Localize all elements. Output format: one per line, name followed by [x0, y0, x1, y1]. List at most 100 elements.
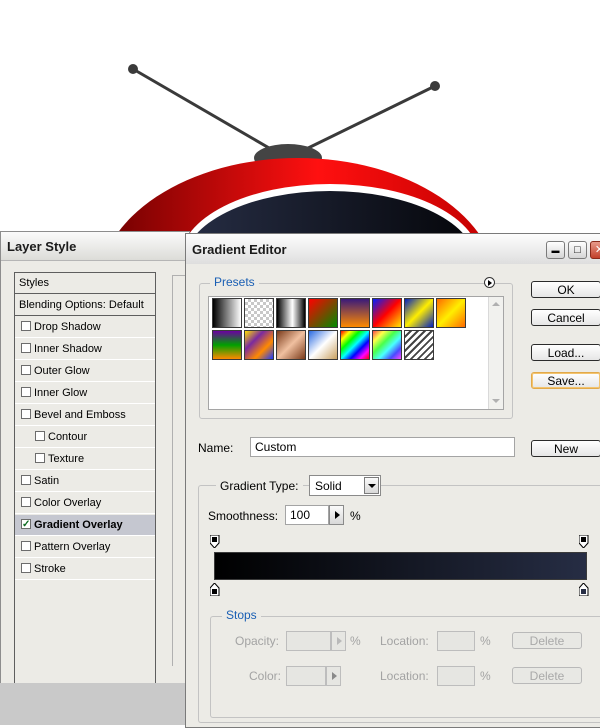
tv-artwork	[112, 64, 484, 240]
preset-black-white-black[interactable]	[276, 298, 306, 328]
style-item-outer-glow[interactable]: Outer Glow	[15, 361, 155, 382]
close-icon: ✕	[594, 244, 600, 256]
style-item-stroke[interactable]: Stroke	[15, 559, 155, 580]
delete-color-stop-button[interactable]: Delete	[512, 667, 582, 684]
style-item-contour[interactable]: Contour	[15, 427, 155, 448]
checkbox[interactable]	[21, 563, 31, 573]
checkbox[interactable]	[21, 343, 31, 353]
opacity-label: Opacity:	[235, 634, 280, 648]
layer-style-bottom-area	[0, 683, 188, 725]
preset-orange-yellow-orange[interactable]	[436, 298, 466, 328]
smoothness-slider-button[interactable]	[329, 505, 344, 525]
dropdown-button[interactable]	[364, 477, 379, 494]
preset-copper[interactable]	[276, 330, 306, 360]
style-item-styles[interactable]: Styles	[15, 273, 155, 294]
style-item-label: Color Overlay	[34, 497, 102, 509]
opacity-location-field[interactable]	[437, 631, 475, 651]
style-item-label: Inner Glow	[34, 387, 88, 399]
smoothness-field[interactable]: 100	[285, 505, 329, 525]
circle-arrow-icon	[488, 280, 492, 286]
checkbox[interactable]	[21, 541, 31, 551]
opacity-slider-button[interactable]	[331, 631, 346, 651]
preset-transparent-stripes[interactable]	[404, 330, 434, 360]
color-stop-right[interactable]	[579, 583, 589, 596]
style-item-bevel-and-emboss[interactable]: Bevel and Emboss	[15, 405, 155, 426]
preset-violet-green-orange[interactable]	[212, 330, 242, 360]
style-item-label: Texture	[48, 453, 85, 465]
antenna-right-tip	[430, 81, 440, 91]
style-item-satin[interactable]: Satin	[15, 471, 155, 492]
style-item-drop-shadow[interactable]: Drop Shadow	[15, 317, 155, 338]
opacity-stop-left[interactable]	[210, 535, 220, 548]
checkbox[interactable]	[21, 409, 31, 419]
stop-color-swatch[interactable]	[286, 666, 326, 686]
gradient-type-select[interactable]: Solid	[309, 475, 381, 496]
style-item-label: Stroke	[34, 563, 66, 575]
arrow-right-icon	[335, 511, 340, 519]
style-item-texture[interactable]: Texture	[15, 449, 155, 470]
checkbox[interactable]	[35, 453, 45, 463]
antenna-left	[132, 67, 277, 154]
maximize-icon: □	[574, 244, 581, 256]
preset-yellow-violet-orange-blue[interactable]	[244, 330, 274, 360]
new-button[interactable]: New	[531, 440, 600, 457]
checkbox[interactable]	[21, 475, 31, 485]
style-item-label: Pattern Overlay	[34, 541, 111, 553]
arrow-right-icon	[332, 672, 337, 680]
presets-label: Presets	[210, 275, 259, 289]
cancel-button[interactable]: Cancel	[531, 309, 600, 326]
preset-blue-yellow-blue[interactable]	[404, 298, 434, 328]
delete-opacity-stop-button[interactable]: Delete	[512, 632, 582, 649]
checkbox[interactable]	[35, 431, 45, 441]
style-item-label: Inner Shadow	[34, 343, 102, 355]
preset-chrome[interactable]	[308, 330, 338, 360]
ok-button[interactable]: OK	[531, 281, 600, 298]
color-location-field[interactable]	[437, 666, 475, 686]
presets-scrollbar[interactable]	[488, 297, 503, 409]
opacity-unit: %	[350, 634, 361, 648]
minimize-button[interactable]: ▬	[546, 241, 565, 259]
style-item-inner-glow[interactable]: Inner Glow	[15, 383, 155, 404]
opacity-location-label: Location:	[380, 634, 429, 648]
presets-menu-button[interactable]	[484, 277, 495, 288]
close-button[interactable]: ✕	[590, 241, 600, 259]
color-stop-left[interactable]	[210, 583, 220, 596]
preset-red-green[interactable]	[308, 298, 338, 328]
chevron-down-icon	[368, 484, 376, 488]
style-item-label: Drop Shadow	[34, 321, 101, 333]
checkbox[interactable]	[21, 387, 31, 397]
style-item-label: Blending Options: Default	[19, 299, 144, 311]
checkbox[interactable]	[21, 497, 31, 507]
style-item-pattern-overlay[interactable]: Pattern Overlay	[15, 537, 155, 558]
style-item-blending-options-default[interactable]: Blending Options: Default	[15, 295, 155, 316]
preset-transparent-checker[interactable]	[244, 298, 274, 328]
name-field[interactable]: Custom	[250, 437, 515, 457]
style-item-color-overlay[interactable]: Color Overlay	[15, 493, 155, 514]
gradient-editor-titlebar: Gradient Editor ▬ □ ✕	[186, 234, 600, 264]
style-item-gradient-overlay[interactable]: ✓ Gradient Overlay	[15, 515, 155, 536]
style-item-label: Bevel and Emboss	[34, 409, 126, 421]
gradient-preview-bar[interactable]	[214, 552, 587, 580]
color-location-label: Location:	[380, 669, 429, 683]
styles-list: Styles Blending Options: Default Drop Shad…	[14, 272, 156, 698]
style-item-inner-shadow[interactable]: Inner Shadow	[15, 339, 155, 360]
stop-color-menu-button[interactable]	[326, 666, 341, 686]
load-button[interactable]: Load...	[531, 344, 600, 361]
layer-style-title: Layer Style	[7, 239, 77, 254]
checkbox[interactable]: ✓	[21, 519, 31, 530]
opacity-stop-right[interactable]	[579, 535, 589, 548]
opacity-field[interactable]	[286, 631, 331, 651]
preset-transparent-rainbow[interactable]	[372, 330, 402, 360]
layer-style-panel-edge	[172, 275, 186, 666]
style-item-label: Gradient Overlay	[34, 519, 123, 531]
checkbox[interactable]	[21, 365, 31, 375]
preset-blue-red-yellow[interactable]	[372, 298, 402, 328]
save-button[interactable]: Save...	[531, 372, 600, 389]
checkbox[interactable]	[21, 321, 31, 331]
scroll-up-icon	[492, 302, 500, 306]
preset-black-white[interactable]	[212, 298, 242, 328]
antenna-right	[299, 84, 436, 154]
preset-violet-orange[interactable]	[340, 298, 370, 328]
preset-spectrum[interactable]	[340, 330, 370, 360]
maximize-button[interactable]: □	[568, 241, 587, 259]
